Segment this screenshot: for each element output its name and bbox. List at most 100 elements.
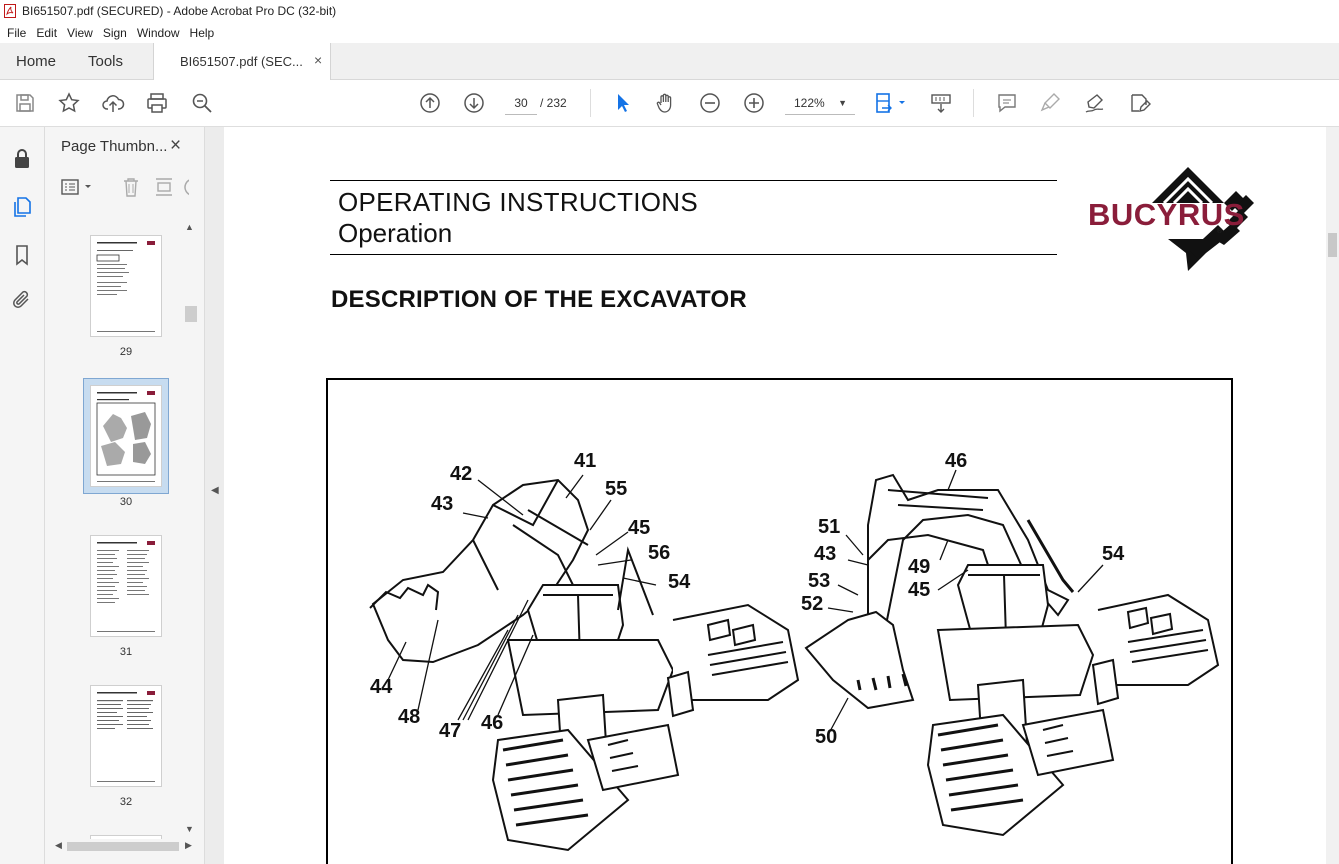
fit-page-icon[interactable] [874, 91, 908, 115]
callout-47: 47 [439, 720, 462, 742]
logo-registered-mark: ® [1217, 228, 1223, 235]
thumbnail-number: 29 [119, 346, 133, 358]
zoom-select[interactable]: 122% ▼ [785, 91, 855, 115]
scroll-right-icon[interactable]: ▶ [185, 840, 192, 851]
rotate-icon[interactable] [181, 175, 189, 199]
document-tab-label: BI651507.pdf (SEC... [180, 54, 303, 69]
tab-tools[interactable]: Tools [88, 43, 123, 80]
hscrollbar-thumb[interactable] [67, 842, 179, 851]
panel-collapse-handle[interactable]: ◀ [205, 127, 224, 864]
save-icon[interactable] [13, 91, 37, 115]
thumbnail-page-30[interactable] [90, 385, 162, 487]
document-header-title: OPERATING INSTRUCTIONS [338, 187, 699, 217]
scroll-up-icon[interactable]: ▲ [185, 222, 194, 232]
pages-icon[interactable] [10, 195, 34, 219]
callout-44: 44 [370, 676, 393, 698]
zoom-in-icon[interactable] [742, 91, 766, 115]
menu-help[interactable]: Help [185, 26, 220, 40]
thumbnail-page-29[interactable] [90, 235, 162, 337]
zoom-value: 122% [794, 96, 825, 110]
title-bar: BI651507.pdf (SECURED) - Adobe Acrobat P… [0, 0, 1339, 22]
header-rule-bottom [330, 254, 1057, 255]
callout-46: 46 [481, 712, 504, 734]
scrollbar-thumb[interactable] [1328, 233, 1337, 257]
callout-54-right: 54 [1102, 543, 1125, 565]
left-rail [0, 127, 45, 864]
upload-icon[interactable] [101, 91, 125, 115]
collapse-left-icon[interactable]: ◀ [211, 485, 219, 496]
select-pointer-icon[interactable] [610, 91, 634, 115]
scroll-down-icon[interactable]: ▼ [185, 824, 194, 834]
attachment-icon[interactable] [10, 288, 34, 312]
scroll-left-icon[interactable]: ◀ [55, 840, 62, 851]
sign-icon[interactable] [1083, 91, 1107, 115]
bookmark-icon[interactable] [10, 243, 34, 267]
close-tab-icon[interactable]: × [314, 52, 322, 68]
delete-icon[interactable] [119, 175, 143, 199]
callout-48: 48 [398, 706, 421, 728]
lock-icon[interactable] [10, 147, 34, 171]
thumbnail-number: 31 [119, 646, 133, 658]
thumbnail-page-31[interactable] [90, 535, 162, 637]
close-panel-icon[interactable]: × [170, 135, 181, 157]
callout-56: 56 [648, 542, 671, 564]
page-down-icon[interactable] [462, 91, 486, 115]
header-rule-top [330, 180, 1057, 181]
tab-home[interactable]: Home [16, 43, 56, 80]
page-number-input[interactable]: 30 [505, 91, 537, 115]
extract-pages-icon[interactable] [152, 175, 176, 199]
toolbar-divider [590, 89, 591, 117]
callout-52: 52 [801, 593, 824, 615]
thumbnail-number: 32 [119, 796, 133, 808]
tab-document[interactable]: BI651507.pdf (SEC... × [153, 43, 331, 81]
excavator-figure: 41 42 43 55 45 56 54 44 48 47 46 46 51 4… [326, 378, 1233, 864]
callout-41: 41 [574, 450, 597, 472]
toolbar-divider [973, 89, 974, 117]
callout-43-right: 43 [814, 543, 837, 565]
document-view[interactable]: OPERATING INSTRUCTIONS Operation BUCYRUS… [224, 127, 1326, 864]
callout-54: 54 [668, 571, 691, 593]
menu-window[interactable]: Window [132, 26, 185, 40]
menu-bar: File Edit View Sign Window Help [0, 22, 1339, 43]
panel-title: Page Thumbn... [61, 138, 168, 155]
print-icon[interactable] [145, 91, 169, 115]
tab-bar: Home Tools BI651507.pdf (SEC... × [0, 43, 1339, 81]
chevron-down-icon: ▼ [838, 98, 847, 108]
page-thumbnails-panel: Page Thumbn... × 29 30 31 32 ▲ ▼ ◀ ▶ [45, 127, 205, 864]
thumbnail-toolbar [57, 175, 197, 203]
callout-46-right: 46 [945, 450, 968, 472]
callout-49: 49 [908, 556, 931, 578]
thumbnail-page-32[interactable] [90, 685, 162, 787]
thumbnail-scrollbar[interactable]: ▲ ▼ [183, 222, 197, 842]
thumbnail-hscrollbar[interactable]: ◀ ▶ [53, 839, 197, 853]
callout-55: 55 [605, 478, 628, 500]
thumbnail-options-icon[interactable] [59, 175, 95, 199]
section-heading: DESCRIPTION OF THE EXCAVATOR [331, 286, 747, 313]
menu-view[interactable]: View [62, 26, 98, 40]
callout-45: 45 [628, 517, 651, 539]
acrobat-pdf-icon [4, 4, 16, 18]
callout-43: 43 [431, 493, 454, 515]
hand-icon[interactable] [654, 91, 678, 115]
callout-53: 53 [808, 570, 831, 592]
callout-45-right: 45 [908, 579, 931, 601]
page-up-icon[interactable] [418, 91, 442, 115]
window-title: BI651507.pdf (SECURED) - Adobe Acrobat P… [22, 4, 337, 18]
callout-51: 51 [818, 516, 841, 538]
callout-42: 42 [450, 463, 473, 485]
menu-edit[interactable]: Edit [31, 26, 62, 40]
menu-file[interactable]: File [2, 26, 31, 40]
comment-icon[interactable] [995, 91, 1019, 115]
excavator-illustration [369, 469, 1220, 852]
scroll-mode-icon[interactable] [929, 91, 953, 115]
fill-sign-icon[interactable] [1127, 91, 1151, 115]
zoom-out-icon[interactable] [698, 91, 722, 115]
scrollbar-thumb[interactable] [185, 306, 197, 322]
document-header-subtitle: Operation [338, 218, 453, 248]
highlight-icon[interactable] [1039, 91, 1063, 115]
star-icon[interactable] [57, 91, 81, 115]
zoom-search-icon[interactable] [190, 91, 214, 115]
menu-sign[interactable]: Sign [98, 26, 132, 40]
thumbnail-number: 30 [119, 496, 133, 508]
document-scrollbar[interactable] [1326, 127, 1339, 864]
